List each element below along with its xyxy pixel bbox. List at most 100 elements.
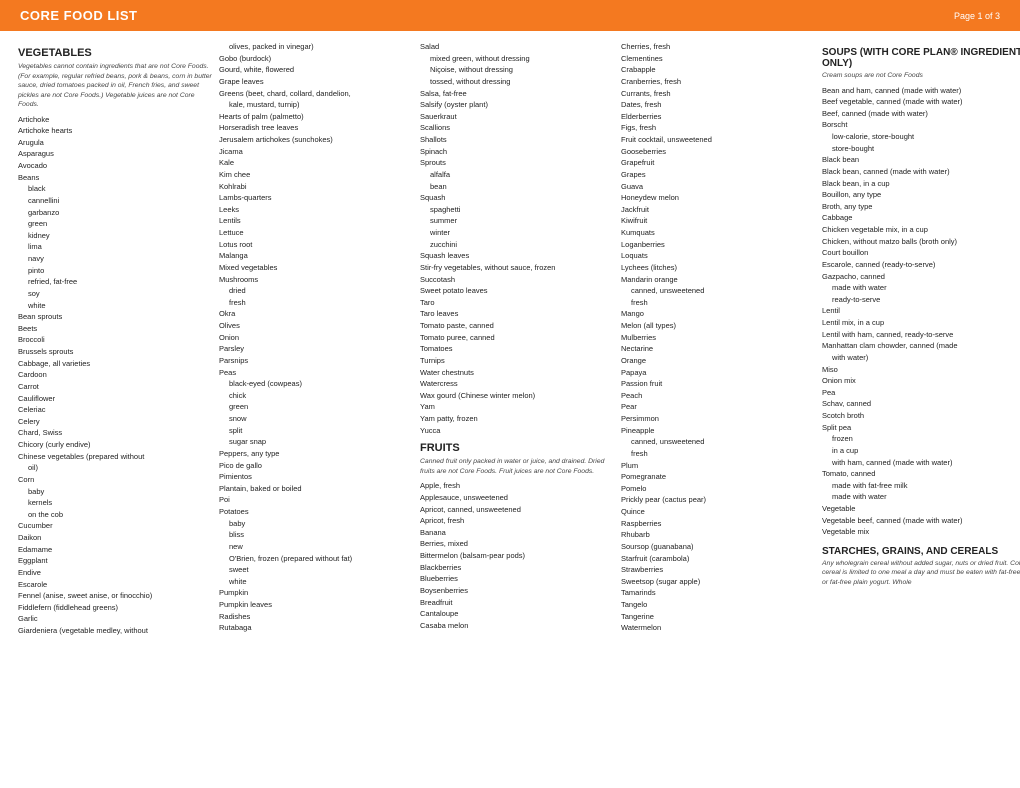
list-item: Wax gourd (Chinese winter melon): [420, 390, 615, 402]
list-item: Mandarin orange: [621, 274, 816, 286]
list-item: Pimientos: [219, 471, 414, 483]
list-item: Endive: [18, 567, 213, 579]
list-item: Radishes: [219, 611, 414, 623]
list-item: sugar snap: [219, 436, 414, 448]
list-item: Vegetable: [822, 503, 1020, 515]
list-item: Yam: [420, 401, 615, 413]
list-item: Pico de gallo: [219, 460, 414, 472]
list-item: Apricot, canned, unsweetened: [420, 504, 615, 516]
list-item: made with water: [822, 282, 1020, 294]
list-item: O'Brien, frozen (prepared without fat): [219, 553, 414, 565]
soups-title: SOUPS (WITH CORE PLAN® INGREDIENTS ONLY): [822, 47, 1020, 69]
list-item: Vegetable mix: [822, 526, 1020, 538]
list-item: baby: [18, 486, 213, 498]
list-item: Orange: [621, 355, 816, 367]
list-item: green: [18, 218, 213, 230]
list-item: Peach: [621, 390, 816, 402]
list-item: Pea: [822, 387, 1020, 399]
list-item: Sprouts: [420, 157, 615, 169]
list-item: with water): [822, 352, 1020, 364]
list-item: Cardoon: [18, 369, 213, 381]
list-item: Pumpkin leaves: [219, 599, 414, 611]
list-item: Yam patty, frozen: [420, 413, 615, 425]
list-item: new: [219, 541, 414, 553]
starches-subtitle: Any wholegrain cereal without added suga…: [822, 559, 1020, 588]
list-item: Passion fruit: [621, 378, 816, 390]
list-item: Bouillon, any type: [822, 189, 1020, 201]
list-item: Salsify (oyster plant): [420, 99, 615, 111]
list-item: Pear: [621, 401, 816, 413]
list-item: dried: [219, 285, 414, 297]
list-item: Apple, fresh: [420, 480, 615, 492]
list-item: Lentils: [219, 215, 414, 227]
list-item: Cherries, fresh: [621, 41, 816, 53]
list-item: Kohlrabi: [219, 181, 414, 193]
list-item: Broccoli: [18, 334, 213, 346]
list-item: Taro leaves: [420, 308, 615, 320]
list-item: Arugula: [18, 137, 213, 149]
list-item: Avocado: [18, 160, 213, 172]
list-item: Plantain, baked or boiled: [219, 483, 414, 495]
list-item: Escarole, canned (ready-to-serve): [822, 259, 1020, 271]
list-item: Cabbage: [822, 212, 1020, 224]
list-item: Sweetsop (sugar apple): [621, 576, 816, 588]
list-item: Raspberries: [621, 518, 816, 530]
list-item: Bittermelon (balsam-pear pods): [420, 550, 615, 562]
list-item: white: [18, 300, 213, 312]
list-item: Tomatoes: [420, 343, 615, 355]
list-item: black: [18, 183, 213, 195]
list-item: made with fat-free milk: [822, 480, 1020, 492]
list-item: pinto: [18, 265, 213, 277]
list-item: Brussels sprouts: [18, 346, 213, 358]
list-item: mixed green, without dressing: [420, 53, 615, 65]
list-item: sweet: [219, 564, 414, 576]
starches-title: STARCHES, GRAINS, AND CEREALS: [822, 546, 1020, 557]
list-item: Starfruit (carambola): [621, 553, 816, 565]
soups-subtitle: Cream soups are not Core Foods: [822, 71, 1020, 81]
list-item: Lentil with ham, canned, ready-to-serve: [822, 329, 1020, 341]
col2: olives, packed in vinegar)Gobo (burdock)…: [219, 41, 414, 637]
list-item: kidney: [18, 230, 213, 242]
list-item: Kumquats: [621, 227, 816, 239]
list-item: Beef vegetable, canned (made with water): [822, 96, 1020, 108]
list-item: Blueberries: [420, 573, 615, 585]
list-item: Beets: [18, 323, 213, 335]
list-item: Mango: [621, 308, 816, 320]
list-item: Olives: [219, 320, 414, 332]
list-item: Quince: [621, 506, 816, 518]
list-item: Pomegranate: [621, 471, 816, 483]
list-item: Onion mix: [822, 375, 1020, 387]
vegetables-subtitle: Vegetables cannot contain ingredients th…: [18, 62, 213, 110]
list-item: Applesauce, unsweetened: [420, 492, 615, 504]
list-item: Gooseberries: [621, 146, 816, 158]
list-item: Pumpkin: [219, 587, 414, 599]
list-item: Miso: [822, 364, 1020, 376]
list-item: Cabbage, all varieties: [18, 358, 213, 370]
list-item: Grapefruit: [621, 157, 816, 169]
list-item: summer: [420, 215, 615, 227]
list-item: Watermelon: [621, 622, 816, 634]
list-item: Kale: [219, 157, 414, 169]
list-item: Squash: [420, 192, 615, 204]
list-item: fresh: [621, 297, 816, 309]
list-item: Scotch broth: [822, 410, 1020, 422]
list-item: Poi: [219, 494, 414, 506]
list-item: ready-to-serve: [822, 294, 1020, 306]
list-item: Salad: [420, 41, 615, 53]
list-item: Potatoes: [219, 506, 414, 518]
list-item: Corn: [18, 474, 213, 486]
list-item: Schav, canned: [822, 398, 1020, 410]
list-item: Chard, Swiss: [18, 427, 213, 439]
list-item: Black bean, in a cup: [822, 178, 1020, 190]
list-item: Loganberries: [621, 239, 816, 251]
list-item: spaghetti: [420, 204, 615, 216]
list-item: kernels: [18, 497, 213, 509]
list-item: Beef, canned (made with water): [822, 108, 1020, 120]
list-item: Parsnips: [219, 355, 414, 367]
list-item: Lettuce: [219, 227, 414, 239]
list-item: Borscht: [822, 119, 1020, 131]
list-item: Garlic: [18, 613, 213, 625]
list-item: made with water: [822, 491, 1020, 503]
list-item: Melon (all types): [621, 320, 816, 332]
list-item: Peas: [219, 367, 414, 379]
